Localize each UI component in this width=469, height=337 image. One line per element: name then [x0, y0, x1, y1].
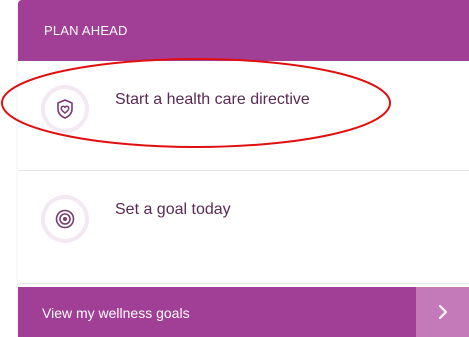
health-care-directive-item[interactable]: Start a health care directive — [18, 61, 469, 169]
page: PLAN AHEAD Start a health care directive — [0, 0, 469, 337]
card-title: PLAN AHEAD — [44, 23, 128, 38]
health-care-directive-label: Start a health care directive — [115, 91, 310, 108]
divider — [18, 283, 469, 284]
icon-badge — [45, 199, 85, 239]
set-goal-item[interactable]: Set a goal today — [18, 171, 469, 279]
card-header: PLAN AHEAD — [18, 0, 469, 61]
view-wellness-goals-bar[interactable]: View my wellness goals — [18, 287, 469, 337]
icon-badge — [45, 89, 85, 129]
shield-heart-icon — [57, 99, 73, 119]
target-icon — [55, 209, 75, 229]
view-wellness-goals-link[interactable]: View my wellness goals — [42, 305, 190, 321]
view-wellness-goals-button[interactable] — [416, 287, 469, 337]
plan-ahead-card: PLAN AHEAD Start a health care directive — [18, 0, 469, 337]
chevron-right-icon — [438, 305, 447, 319]
set-goal-label: Set a goal today — [115, 201, 231, 218]
